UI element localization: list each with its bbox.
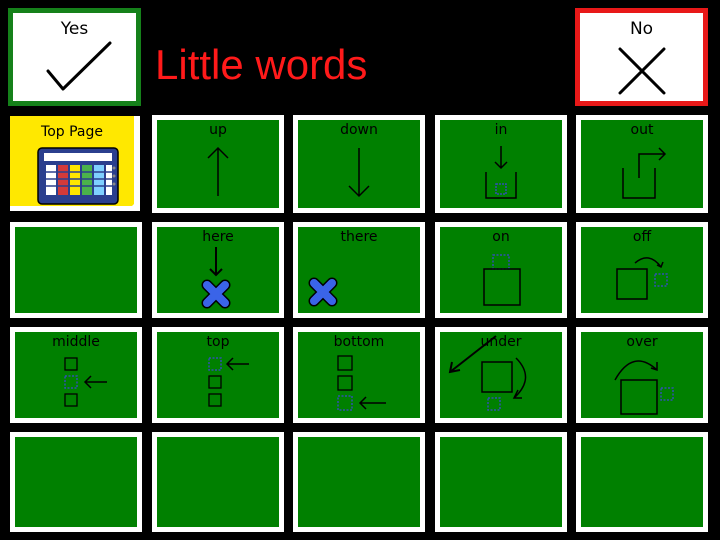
here-icon [201, 247, 231, 309]
in-icon [485, 146, 517, 199]
tile-off[interactable]: off [576, 222, 708, 318]
yes-label: Yes [60, 19, 89, 39]
no-button[interactable]: No [575, 8, 708, 106]
middle-icon [64, 357, 107, 407]
out-icon [622, 147, 667, 199]
tile-out[interactable]: out [576, 115, 708, 213]
tile-there[interactable]: there [293, 222, 425, 318]
over-icon [614, 360, 674, 415]
tile-empty[interactable] [435, 432, 567, 532]
top-page-button[interactable]: Top Page [10, 116, 140, 211]
tile-bottom[interactable]: bottom [293, 327, 425, 423]
page-corner-fold [128, 198, 140, 210]
tile-empty[interactable] [10, 432, 142, 532]
no-label: No [629, 19, 654, 39]
under-icon [448, 335, 527, 411]
yes-button[interactable]: Yes [8, 8, 141, 106]
top-page-label: Top Page [41, 124, 103, 140]
tile-over[interactable]: over [576, 327, 708, 423]
tile-empty[interactable] [152, 432, 284, 532]
page-title: Little words [155, 41, 368, 88]
tile-top[interactable]: top [152, 327, 284, 423]
tile-up[interactable]: up [152, 115, 284, 213]
tile-here[interactable]: here [152, 222, 284, 318]
tile-on[interactable]: on [435, 222, 567, 318]
bottom-icon [337, 355, 386, 411]
tile-empty[interactable] [576, 432, 708, 532]
tile-middle[interactable]: middle [10, 327, 142, 423]
tile-down[interactable]: down [293, 115, 425, 213]
on-icon [483, 254, 521, 306]
arrow-up-icon [207, 146, 229, 196]
there-cross-icon [308, 277, 338, 307]
tile-empty[interactable] [293, 432, 425, 532]
tile-under[interactable]: under [435, 327, 567, 423]
table-board-icon [37, 147, 119, 205]
top-icon [208, 357, 249, 407]
arrow-down-icon [348, 148, 370, 198]
off-icon [616, 257, 668, 300]
tile-in[interactable]: in [435, 115, 567, 213]
tile-empty[interactable] [10, 222, 142, 318]
